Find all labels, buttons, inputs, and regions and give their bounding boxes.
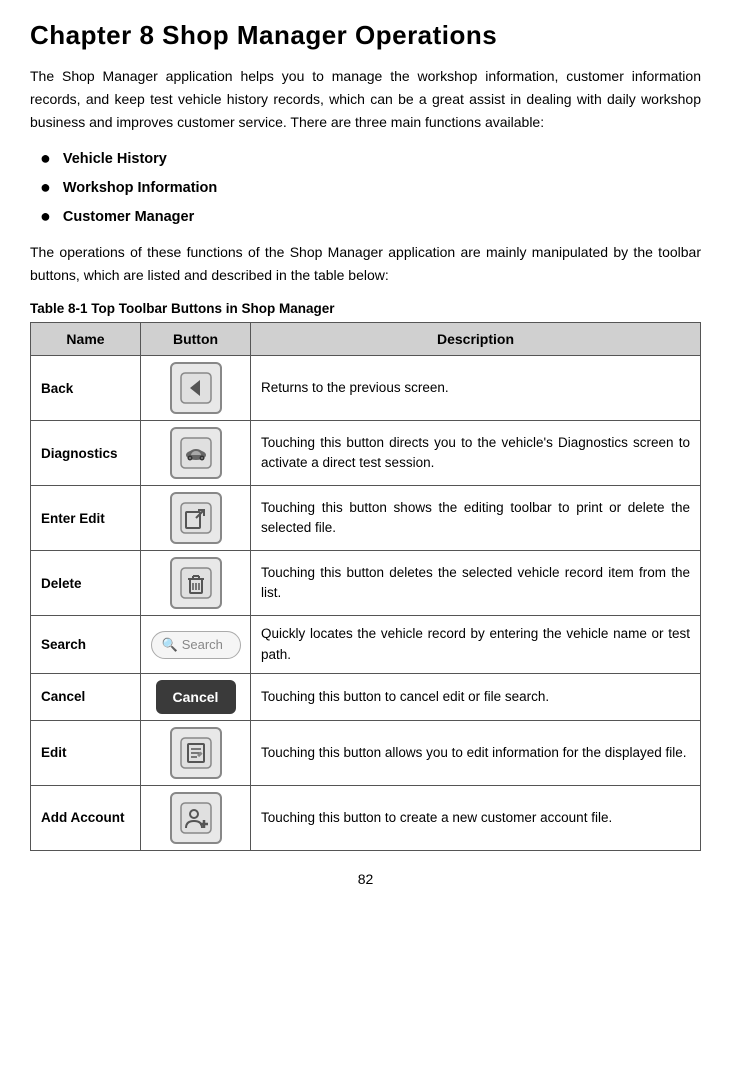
table-caption-italic: Top Toolbar Buttons in Shop Manager [88,301,335,316]
row-description: Touching this button deletes the selecte… [251,551,701,616]
row-description: Quickly locates the vehicle record by en… [251,616,701,674]
row-name: Delete [31,551,141,616]
page-title: Chapter 8 Shop Manager Operations [30,20,701,51]
row-button[interactable]: Cancel [141,673,251,720]
feature-list: Vehicle History Workshop Information Cus… [40,148,701,227]
row-button[interactable] [141,486,251,551]
row-name: Add Account [31,785,141,850]
add-account-button[interactable] [170,792,222,844]
bullet-workshop-info: Workshop Information [40,177,701,198]
table-row: Back Returns to the previous screen. [31,356,701,421]
row-description: Returns to the previous screen. [251,356,701,421]
table-caption-bold: Table 8-1 [30,301,88,316]
row-name: Edit [31,720,141,785]
search-icon: 🔍 [162,637,178,653]
row-name: Diagnostics [31,421,141,486]
intro-paragraph: The Shop Manager application helps you t… [30,65,701,134]
table-caption: Table 8-1 Top Toolbar Buttons in Shop Ma… [30,301,701,316]
col-header-name: Name [31,323,141,356]
row-description: Touching this button directs you to the … [251,421,701,486]
cancel-label: Cancel [173,689,219,705]
table-row: Cancel Cancel Touching this button to ca… [31,673,701,720]
row-button[interactable] [141,720,251,785]
row-button[interactable]: 🔍 Search [141,616,251,674]
search-button[interactable]: 🔍 Search [151,631,241,659]
row-name: Back [31,356,141,421]
edit-button[interactable] [170,727,222,779]
row-name: Enter Edit [31,486,141,551]
table-header-row: Name Button Description [31,323,701,356]
row-button[interactable] [141,356,251,421]
page-number: 82 [30,871,701,887]
row-description: Touching this button to create a new cus… [251,785,701,850]
cancel-button[interactable]: Cancel [156,680,236,714]
row-description: Touching this button to cancel edit or f… [251,673,701,720]
table-row: Enter Edit Touching this button shows th… [31,486,701,551]
toolbar-buttons-table: Name Button Description Back Returns to … [30,322,701,851]
row-button[interactable] [141,421,251,486]
diagnostics-button[interactable] [170,427,222,479]
row-description: Touching this button shows the editing t… [251,486,701,551]
row-button[interactable] [141,785,251,850]
table-row: Add Account Touching this button to crea… [31,785,701,850]
bullet-customer-manager: Customer Manager [40,206,701,227]
row-description: Touching this button allows you to edit … [251,720,701,785]
operations-paragraph: The operations of these functions of the… [30,241,701,287]
table-row: Diagnostics Touching this b [31,421,701,486]
bullet-vehicle-history: Vehicle History [40,148,701,169]
row-name: Search [31,616,141,674]
table-row: Delete Touching this button deletes the [31,551,701,616]
col-header-description: Description [251,323,701,356]
row-name: Cancel [31,673,141,720]
col-header-button: Button [141,323,251,356]
table-row: Edit Touching this button allows you to … [31,720,701,785]
search-label: Search [182,637,223,652]
table-row: Search 🔍 Search Quickly locates the vehi… [31,616,701,674]
back-button[interactable] [170,362,222,414]
enter-edit-button[interactable] [170,492,222,544]
row-button[interactable] [141,551,251,616]
delete-button[interactable] [170,557,222,609]
